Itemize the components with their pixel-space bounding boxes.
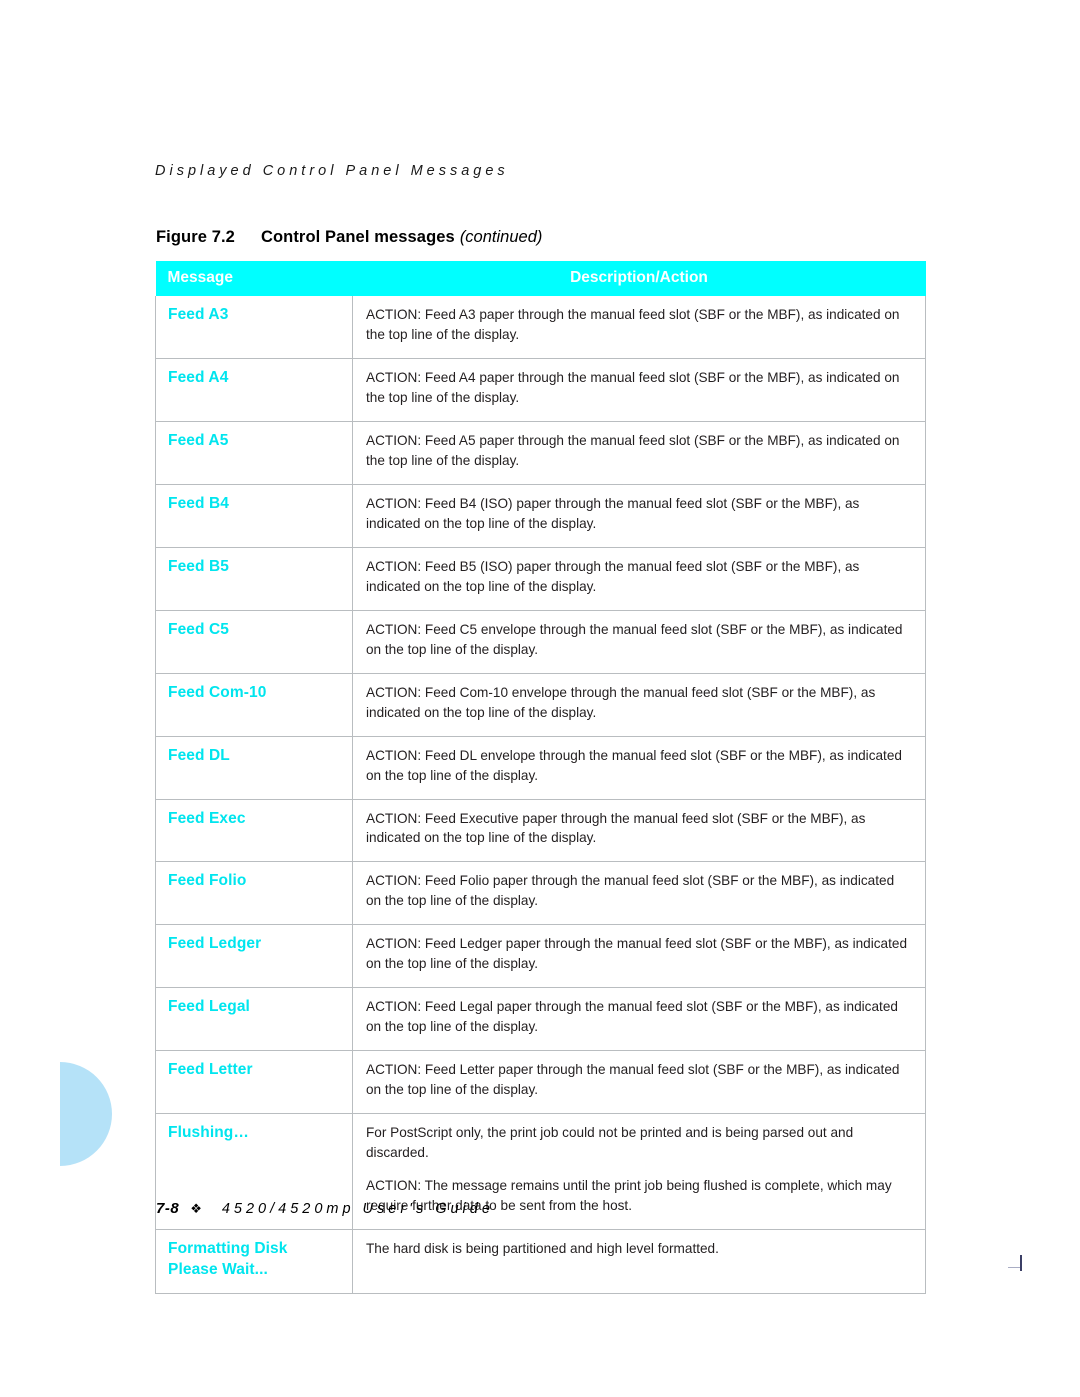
cell-description-action: ACTION: Feed B5 (ISO) paper through the …: [352, 546, 926, 611]
control-panel-messages-table: Message Description/Action Feed A3 ACTION…: [155, 261, 926, 1294]
description-paragraph: ACTION: Feed Letter paper through the ma…: [366, 1062, 900, 1098]
crop-mark-horizontal: [1008, 1267, 1020, 1268]
description-paragraph: The hard disk is being partitioned and h…: [366, 1241, 719, 1257]
figure-title: Control Panel messages: [260, 228, 455, 246]
cell-message: Feed B5: [155, 546, 353, 611]
page-number: 7-8: [156, 1200, 180, 1217]
table-row: Feed DL ACTION: Feed DL envelope through …: [155, 735, 926, 800]
message-line: Feed A5: [168, 431, 229, 449]
cell-message: Feed Folio: [155, 861, 353, 926]
description-paragraph: ACTION: Feed Legal paper through the man…: [366, 999, 898, 1035]
table-row: Feed Folio ACTION: Feed Folio paper throu…: [155, 861, 926, 926]
cell-message: Feed A3: [155, 296, 353, 359]
cell-message: Feed B4: [155, 483, 353, 548]
description-paragraph: ACTION: Feed DL envelope through the man…: [366, 747, 902, 783]
table-row: Feed A3 ACTION: Feed A3 paper through the…: [155, 296, 926, 359]
cell-description-action: ACTION: Feed Executive paper through the…: [352, 798, 926, 863]
table-row: Feed Ledger ACTION: Feed Ledger paper thr…: [155, 924, 926, 989]
table-header: Message Description/Action: [155, 261, 926, 296]
table-row: Feed C5 ACTION: Feed C5 envelope through …: [155, 609, 926, 674]
cell-message: Feed Com-10: [155, 672, 353, 737]
description-paragraph: ACTION: Feed B4 (ISO) paper through the …: [366, 495, 860, 531]
message-line: Feed Letter: [168, 1061, 253, 1079]
message-line: Please Wait...: [168, 1260, 268, 1278]
cell-description-action: ACTION: Feed DL envelope through the man…: [352, 735, 926, 800]
description-paragraph: ACTION: Feed C5 envelope through the man…: [366, 621, 903, 657]
table-row: Feed Com-10 ACTION: Feed Com-10 envelope …: [155, 672, 926, 737]
cell-description-action: ACTION: Feed Com-10 envelope through the…: [352, 672, 926, 737]
message-line: Feed Ledger: [168, 935, 262, 953]
description-paragraph: ACTION: Feed B5 (ISO) paper through the …: [366, 558, 860, 594]
cell-message: Feed A4: [155, 357, 353, 422]
cell-description-action: ACTION: Feed A3 paper through the manual…: [352, 296, 926, 359]
description-paragraph: ACTION: Feed Folio paper through the man…: [366, 873, 895, 909]
cell-description-action: ACTION: Feed C5 envelope through the man…: [352, 609, 926, 674]
figure-number: Figure 7.2: [156, 228, 235, 246]
description-paragraph: For PostScript only, the print job could…: [366, 1125, 854, 1161]
guide-title: 4520/4520mp User's Guide: [221, 1201, 494, 1217]
table-row: Feed B5 ACTION: Feed B5 (ISO) paper throu…: [155, 546, 926, 611]
cell-message: Feed Ledger: [155, 924, 353, 989]
cell-description-action: ACTION: Feed Ledger paper through the ma…: [352, 924, 926, 989]
cell-description-action: ACTION: Feed Letter paper through the ma…: [352, 1050, 926, 1115]
table-header-row: Message Description/Action: [155, 261, 926, 296]
table-row: Formatting Disk Please Wait... The hard di…: [155, 1229, 926, 1294]
table-row: Feed A4 ACTION: Feed A4 paper through the…: [155, 357, 926, 422]
description-paragraph: ACTION: Feed A5 paper through the manual…: [366, 432, 900, 468]
message-line: Feed Folio: [168, 872, 247, 890]
message-line: Feed A3: [168, 306, 229, 323]
running-head: Displayed Control Panel Messages: [155, 163, 509, 179]
description-paragraph: ACTION: Feed Com-10 envelope through the…: [366, 684, 876, 720]
message-line: Feed DL: [168, 746, 230, 764]
table-row: Feed Exec ACTION: Feed Executive paper th…: [155, 798, 926, 863]
description-paragraph: ACTION: Feed Ledger paper through the ma…: [366, 936, 908, 972]
description-paragraph: ACTION: Feed A3 paper through the manual…: [366, 307, 900, 342]
message-line: Feed A4: [168, 368, 229, 386]
message-line: Feed B5: [168, 557, 229, 575]
cell-description-action: ACTION: Feed A5 paper through the manual…: [352, 420, 926, 485]
figure-continued-label: (continued): [459, 228, 543, 246]
cell-description-action: The hard disk is being partitioned and h…: [352, 1229, 926, 1294]
column-header-message: Message: [155, 261, 353, 296]
decorative-half-disc: [60, 1062, 112, 1166]
message-line: Feed Legal: [168, 998, 250, 1016]
message-line: Formatting Disk: [168, 1240, 288, 1258]
cell-message: Feed DL: [155, 735, 353, 800]
cell-message: Formatting Disk Please Wait...: [155, 1229, 353, 1294]
cell-description-action: ACTION: Feed Legal paper through the man…: [352, 987, 926, 1052]
column-header-description-action: Description/Action: [352, 261, 926, 296]
description-paragraph: ACTION: Feed Executive paper through the…: [366, 810, 866, 846]
crop-mark-icon: [1008, 1255, 1022, 1271]
description-paragraph: ACTION: Feed A4 paper through the manual…: [366, 369, 900, 405]
message-line: Feed C5: [168, 620, 229, 638]
table-row: Feed Legal ACTION: Feed Legal paper throu…: [155, 987, 926, 1052]
message-line: Feed B4: [168, 494, 229, 512]
diamond-icon: ❖: [190, 1201, 202, 1216]
cell-message: Feed Legal: [155, 987, 353, 1052]
cell-message: Feed C5: [155, 609, 353, 674]
crop-mark-vertical: [1020, 1255, 1022, 1271]
table-row: Feed A5 ACTION: Feed A5 paper through the…: [155, 420, 926, 485]
cell-message: Feed Exec: [155, 798, 353, 863]
cell-description-action: ACTION: Feed B4 (ISO) paper through the …: [352, 483, 926, 548]
table-row: Feed Letter ACTION: Feed Letter paper thr…: [155, 1050, 926, 1115]
page-footer: 7-8 ❖ 4520/4520mp User's Guide: [156, 1200, 494, 1217]
cell-message: Feed Letter: [155, 1050, 353, 1115]
table-body: Feed A3 ACTION: Feed A3 paper through the…: [155, 296, 926, 1294]
cell-message: Feed A5: [155, 420, 353, 485]
cell-description-action: ACTION: Feed Folio paper through the man…: [352, 861, 926, 926]
cell-description-action: ACTION: Feed A4 paper through the manual…: [352, 357, 926, 422]
table-row: Feed B4 ACTION: Feed B4 (ISO) paper throu…: [155, 483, 926, 548]
message-line: Flushing…: [168, 1124, 249, 1142]
figure-caption: Figure 7.2 Control Panel messages (continu…: [156, 228, 542, 247]
message-line: Feed Com-10: [168, 683, 267, 701]
message-line: Feed Exec: [168, 809, 246, 827]
